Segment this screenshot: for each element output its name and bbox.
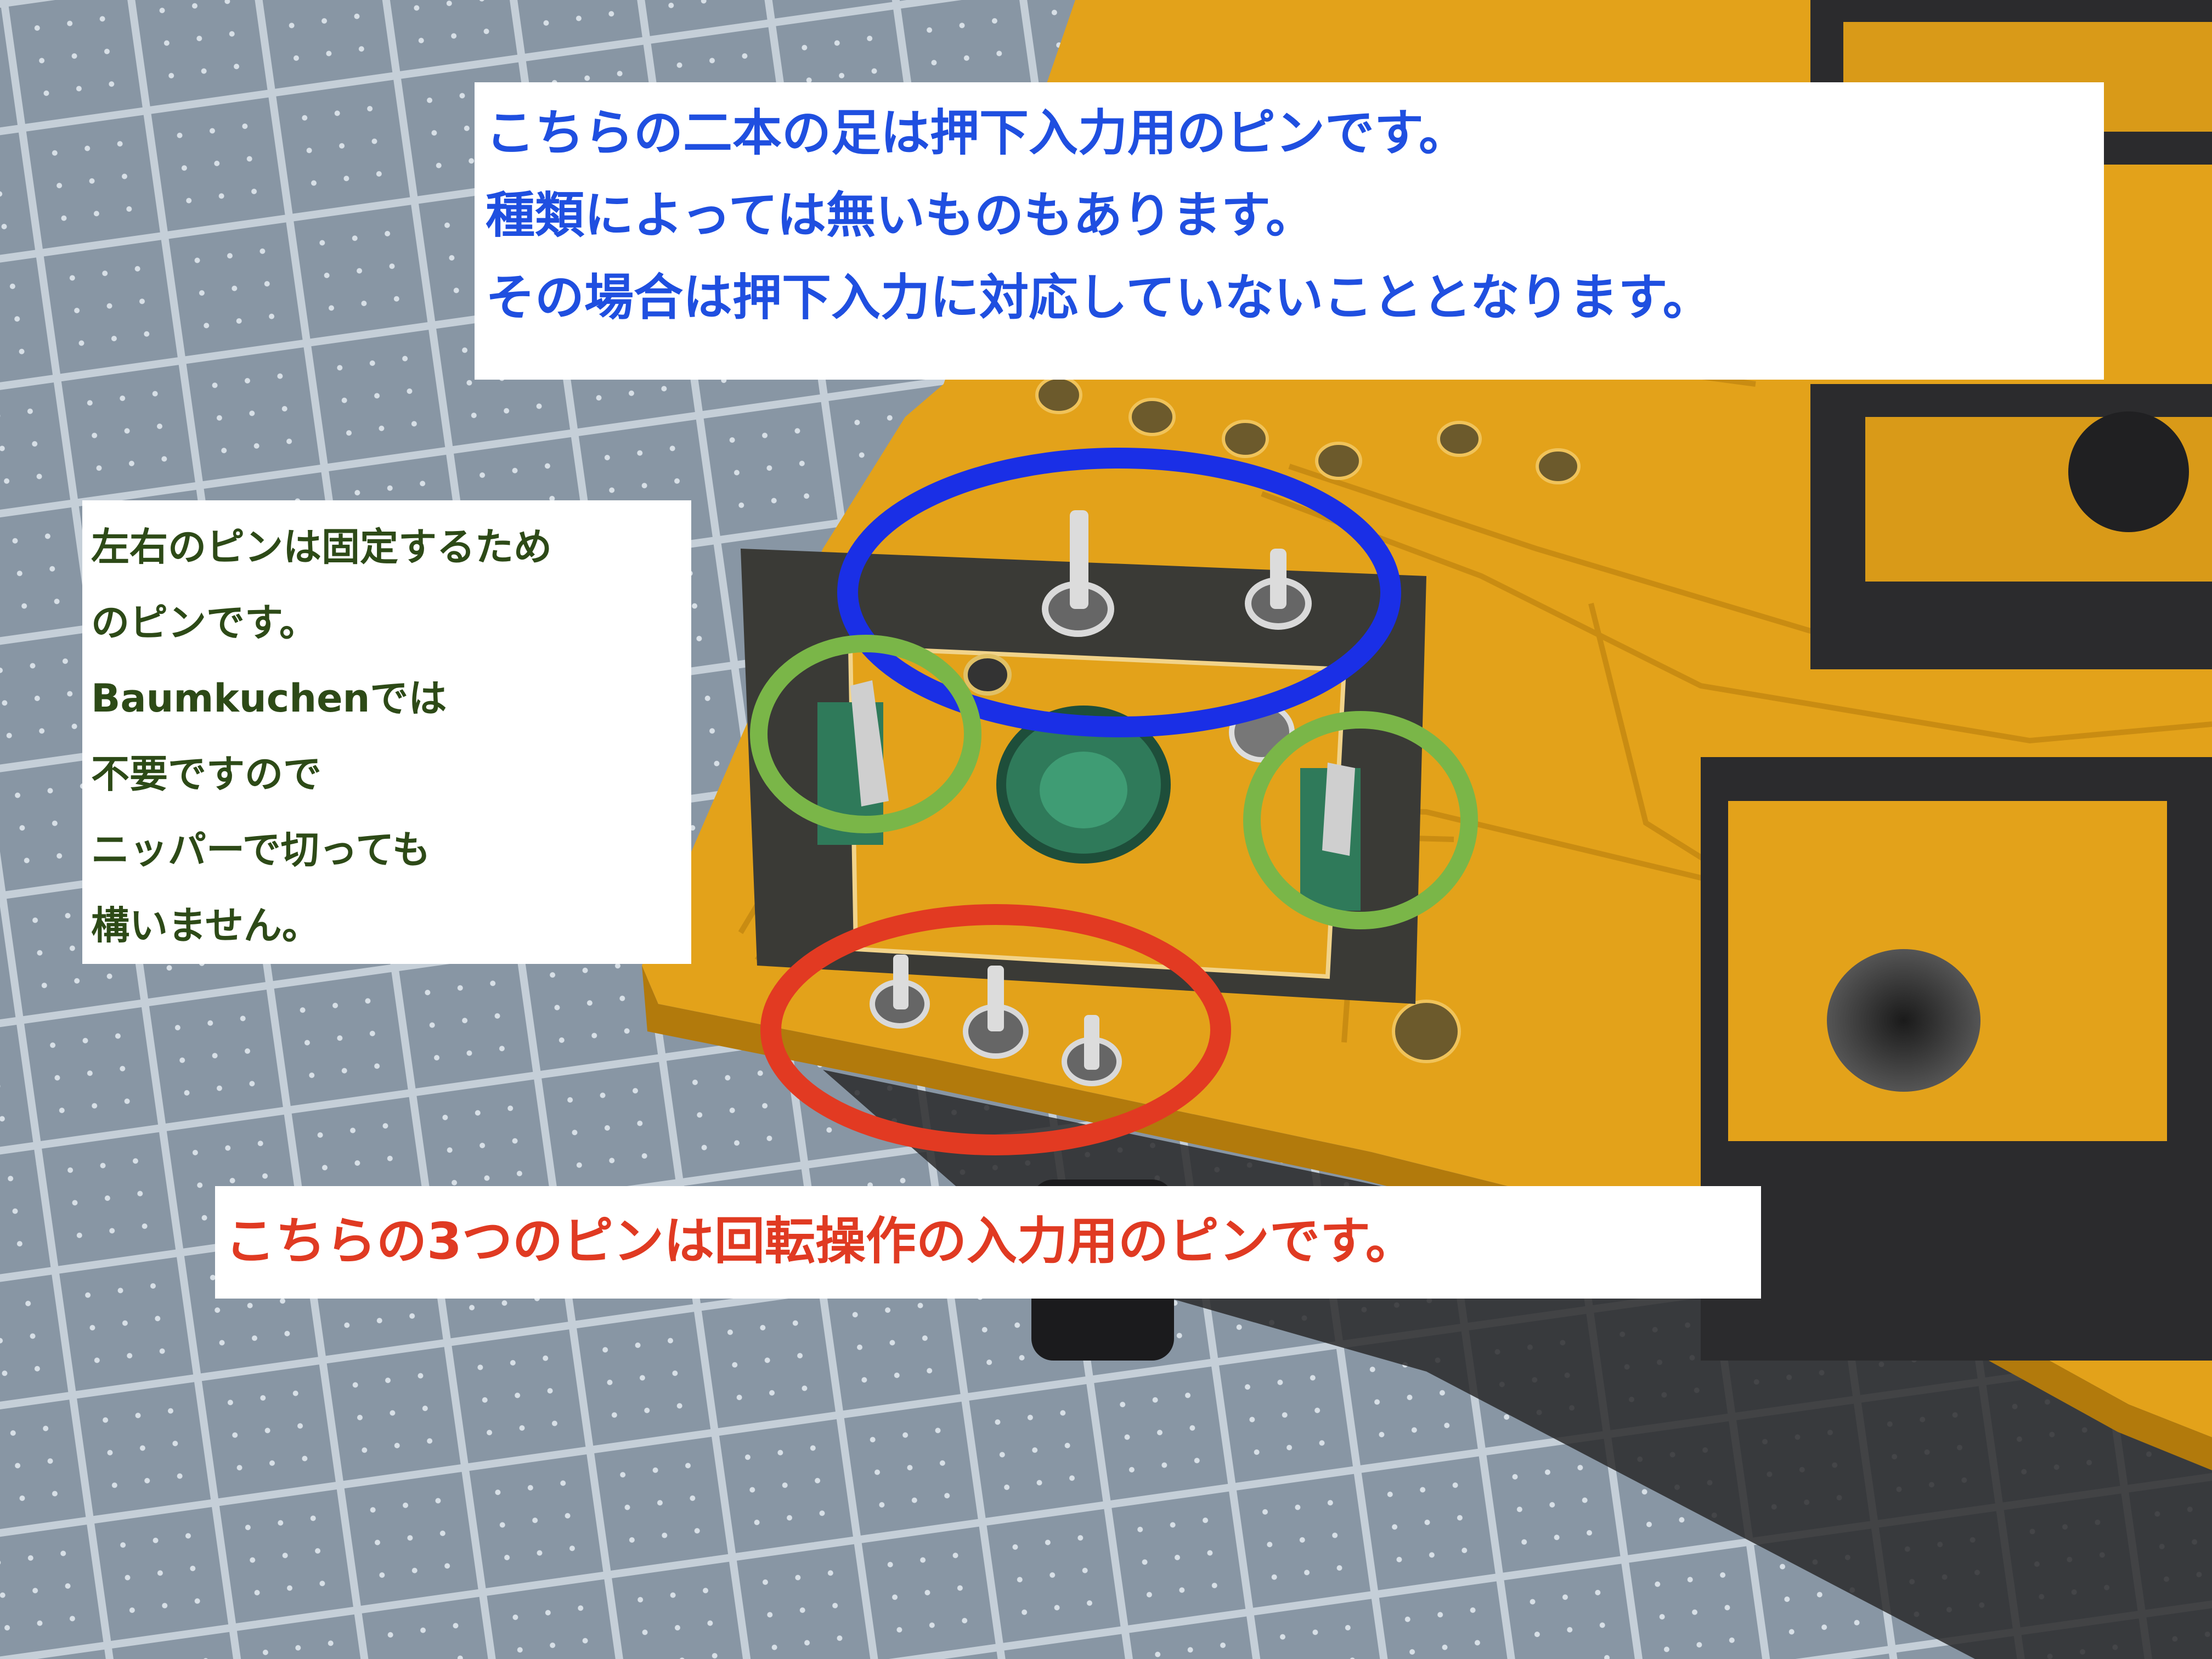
fixing-pins-caption-line: Baumkuchenでは (91, 676, 447, 721)
push-pins-caption-line: こちらの二本の足は押下入力用のピンです。 (486, 104, 1468, 162)
fixing-pins-caption-line: ニッパーで切っても (91, 827, 431, 872)
rotation-pins-caption-line: こちらの3つのピンは回転操作の入力用のピンです。 (225, 1212, 1416, 1271)
fixing-pins-caption-line: 構いません。 (91, 903, 320, 948)
push-pins-caption-line: その場合は押下入力に対応していないこととなります。 (486, 269, 1712, 326)
fixing-pins-caption-line: 左右のピンは固定するため (91, 524, 552, 569)
rotation-pins-caption: こちらの3つのピンは回転操作の入力用のピンです。 (215, 1186, 1761, 1299)
push-pins-caption: こちらの二本の足は押下入力用のピンです。 種類によっては無いものもあります。 そ… (475, 82, 2104, 380)
fixing-pins-caption: 左右のピンは固定するため のピンです。 Baumkuchenでは 不要ですので … (82, 500, 691, 964)
fixing-pins-caption-line: のピンです。 (91, 600, 318, 645)
fixing-pins-caption-line: 不要ですので (91, 752, 321, 797)
push-pins-caption-line: 種類によっては無いものもあります。 (486, 187, 1315, 244)
